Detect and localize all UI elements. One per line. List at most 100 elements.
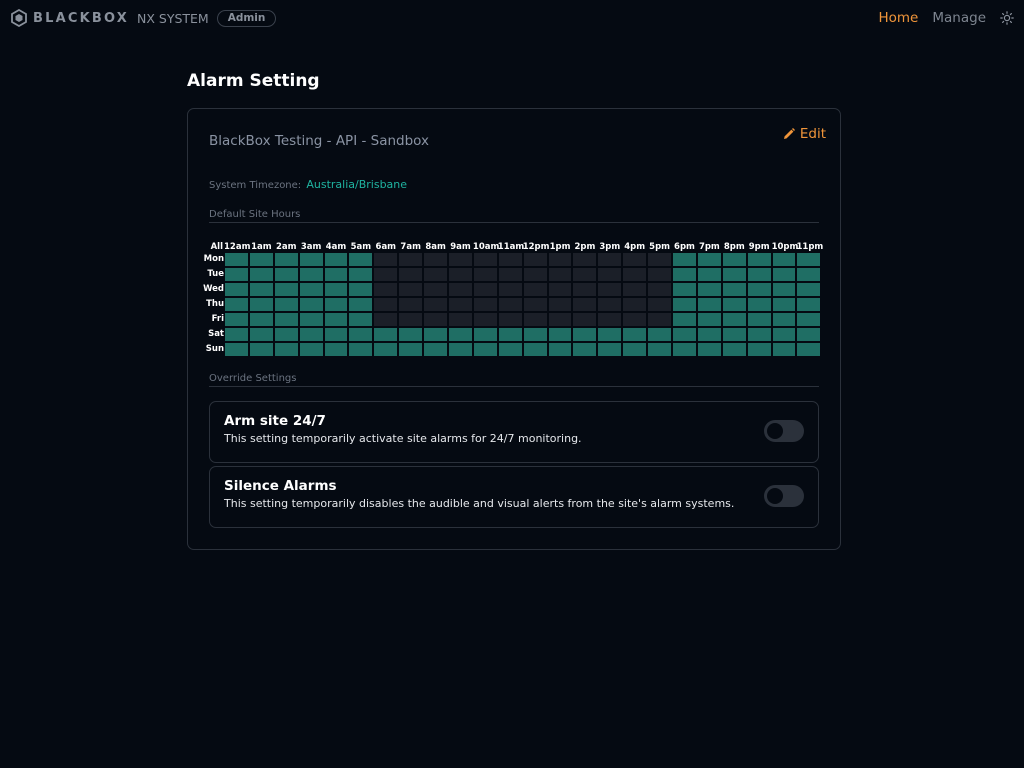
schedule-cell[interactable] xyxy=(248,297,274,312)
silence-alarms-toggle[interactable] xyxy=(764,485,804,507)
schedule-cell[interactable] xyxy=(547,282,573,297)
schedule-cell[interactable] xyxy=(248,267,274,282)
schedule-cell[interactable] xyxy=(597,282,623,297)
schedule-cell[interactable] xyxy=(248,342,274,357)
hour-header-1am[interactable]: 1am xyxy=(249,242,274,252)
brand[interactable]: BLACKBOX NX SYSTEM Admin xyxy=(10,9,277,27)
hour-header-4pm[interactable]: 4pm xyxy=(622,242,647,252)
schedule-cell[interactable] xyxy=(248,282,274,297)
schedule-cell[interactable] xyxy=(771,282,797,297)
edit-button[interactable]: Edit xyxy=(783,126,826,142)
schedule-cell[interactable] xyxy=(423,342,449,357)
schedule-cell[interactable] xyxy=(696,312,722,327)
hour-header-5am[interactable]: 5am xyxy=(348,242,373,252)
schedule-cell[interactable] xyxy=(323,297,349,312)
day-label-tue[interactable]: Tue xyxy=(202,267,224,282)
schedule-cell[interactable] xyxy=(423,312,449,327)
day-label-mon[interactable]: Mon xyxy=(202,252,224,267)
schedule-cell[interactable] xyxy=(423,252,449,267)
schedule-cell[interactable] xyxy=(796,282,822,297)
hour-header-2am[interactable]: 2am xyxy=(274,242,299,252)
hour-header-12pm[interactable]: 12pm xyxy=(523,242,550,252)
schedule-cell[interactable] xyxy=(746,252,772,267)
hour-header-8am[interactable]: 8am xyxy=(423,242,448,252)
schedule-cell[interactable] xyxy=(796,342,822,357)
schedule-cell[interactable] xyxy=(248,252,274,267)
schedule-cell[interactable] xyxy=(298,312,324,327)
schedule-cell[interactable] xyxy=(746,297,772,312)
schedule-cell[interactable] xyxy=(721,342,747,357)
schedule-cell[interactable] xyxy=(647,282,673,297)
schedule-cell[interactable] xyxy=(547,327,573,342)
hour-header-10am[interactable]: 10am xyxy=(473,242,499,252)
schedule-cell[interactable] xyxy=(298,267,324,282)
schedule-cell[interactable] xyxy=(522,312,548,327)
schedule-cell[interactable] xyxy=(497,267,523,282)
schedule-cell[interactable] xyxy=(746,312,772,327)
schedule-cell[interactable] xyxy=(522,327,548,342)
schedule-cell[interactable] xyxy=(224,297,249,312)
hour-header-11am[interactable]: 11am xyxy=(498,242,524,252)
schedule-cell[interactable] xyxy=(771,297,797,312)
schedule-cell[interactable] xyxy=(448,312,473,327)
schedule-cell[interactable] xyxy=(746,282,772,297)
schedule-cell[interactable] xyxy=(373,282,399,297)
schedule-cell[interactable] xyxy=(547,267,573,282)
day-label-sat[interactable]: Sat xyxy=(202,327,224,342)
schedule-cell[interactable] xyxy=(721,282,747,297)
schedule-cell[interactable] xyxy=(572,342,598,357)
schedule-cell[interactable] xyxy=(721,312,747,327)
hour-header-7am[interactable]: 7am xyxy=(398,242,423,252)
schedule-cell[interactable] xyxy=(721,327,747,342)
schedule-cell[interactable] xyxy=(497,252,523,267)
schedule-cell[interactable] xyxy=(721,297,747,312)
schedule-cell[interactable] xyxy=(572,267,598,282)
schedule-cell[interactable] xyxy=(771,267,797,282)
schedule-cell[interactable] xyxy=(373,297,399,312)
schedule-cell[interactable] xyxy=(746,327,772,342)
schedule-cell[interactable] xyxy=(224,312,249,327)
hour-header-5pm[interactable]: 5pm xyxy=(647,242,672,252)
schedule-cell[interactable] xyxy=(348,267,374,282)
schedule-cell[interactable] xyxy=(497,297,523,312)
schedule-cell[interactable] xyxy=(547,312,573,327)
schedule-cell[interactable] xyxy=(448,327,473,342)
hour-header-2pm[interactable]: 2pm xyxy=(572,242,597,252)
schedule-cell[interactable] xyxy=(746,342,772,357)
schedule-cell[interactable] xyxy=(497,327,523,342)
schedule-cell[interactable] xyxy=(522,297,548,312)
schedule-cell[interactable] xyxy=(622,342,648,357)
day-label-wed[interactable]: Wed xyxy=(202,282,224,297)
schedule-cell[interactable] xyxy=(622,312,648,327)
schedule-cell[interactable] xyxy=(423,282,449,297)
schedule-cell[interactable] xyxy=(472,342,498,357)
schedule-cell[interactable] xyxy=(672,267,697,282)
schedule-cell[interactable] xyxy=(398,327,424,342)
sun-icon[interactable] xyxy=(1000,11,1014,25)
schedule-cell[interactable] xyxy=(224,267,249,282)
schedule-cell[interactable] xyxy=(448,342,473,357)
schedule-cell[interactable] xyxy=(497,342,523,357)
schedule-cell[interactable] xyxy=(547,297,573,312)
schedule-cell[interactable] xyxy=(423,297,449,312)
schedule-cell[interactable] xyxy=(298,282,324,297)
arm-site-toggle[interactable] xyxy=(764,420,804,442)
schedule-cell[interactable] xyxy=(597,312,623,327)
schedule-cell[interactable] xyxy=(547,252,573,267)
schedule-cell[interactable] xyxy=(273,327,299,342)
schedule-cell[interactable] xyxy=(323,267,349,282)
schedule-cell[interactable] xyxy=(647,252,673,267)
schedule-cell[interactable] xyxy=(622,267,648,282)
schedule-cell[interactable] xyxy=(472,312,498,327)
schedule-cell[interactable] xyxy=(298,252,324,267)
schedule-cell[interactable] xyxy=(771,327,797,342)
schedule-cell[interactable] xyxy=(248,327,274,342)
schedule-cell[interactable] xyxy=(497,282,523,297)
schedule-cell[interactable] xyxy=(472,252,498,267)
schedule-cell[interactable] xyxy=(298,342,324,357)
schedule-cell[interactable] xyxy=(323,252,349,267)
schedule-cell[interactable] xyxy=(273,342,299,357)
schedule-cell[interactable] xyxy=(348,312,374,327)
schedule-cell[interactable] xyxy=(398,267,424,282)
schedule-cell[interactable] xyxy=(398,312,424,327)
